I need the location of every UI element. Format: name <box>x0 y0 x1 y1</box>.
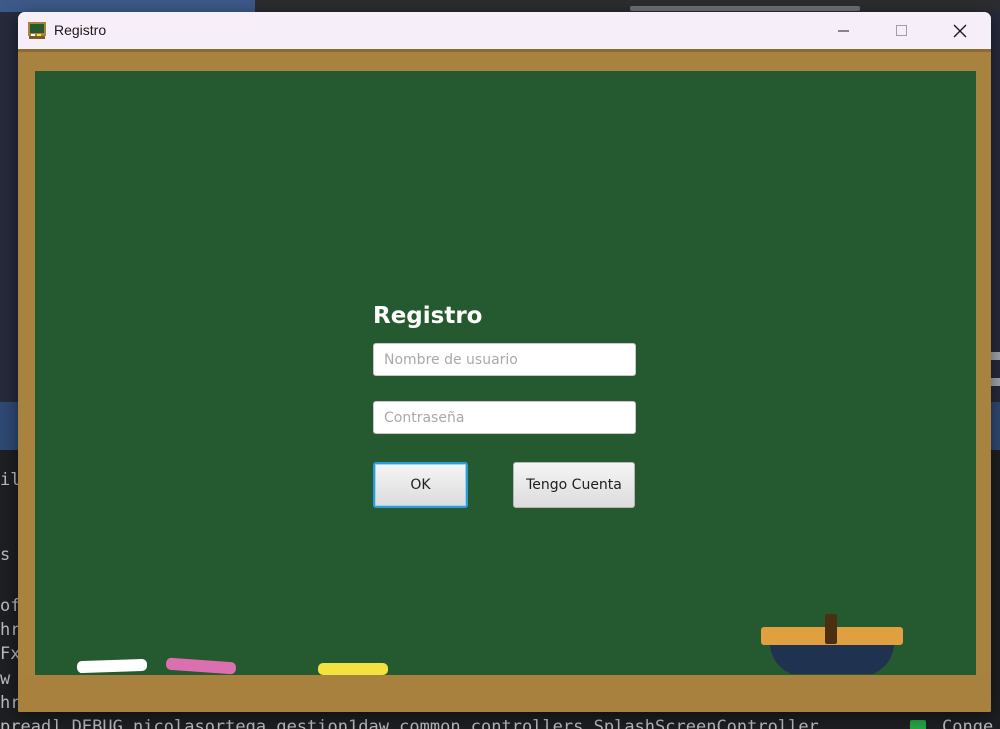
console-line: pread] DEBUG nicolasortega.gestion1daw.c… <box>0 717 819 729</box>
password-input[interactable] <box>373 401 636 434</box>
username-input[interactable] <box>373 343 636 376</box>
chalkboard-app-icon <box>28 22 46 39</box>
frame-top-edge <box>18 49 991 52</box>
ide-right-marker <box>990 378 1000 386</box>
minimize-button[interactable] <box>815 12 873 49</box>
chalkboard-frame: Registro OK Tengo Cuenta <box>18 49 991 712</box>
ok-button-label: OK <box>410 477 431 493</box>
close-icon <box>953 24 967 37</box>
chalk-tray <box>18 675 991 712</box>
window-title: Registro <box>54 22 107 38</box>
title-bar[interactable]: Registro <box>18 12 991 49</box>
tengo-cuenta-label: Tengo Cuenta <box>526 477 622 493</box>
console-line: s <box>0 545 11 565</box>
form-heading: Registro <box>373 303 483 329</box>
ide-console-last-line: pread] DEBUG nicolasortega.gestion1daw.c… <box>0 712 1000 729</box>
check-icon <box>910 720 926 729</box>
console-line-right: Conge <box>942 717 994 729</box>
ide-active-tab-band <box>0 0 255 12</box>
white-chalk <box>76 658 148 674</box>
close-button[interactable] <box>931 12 989 49</box>
maximize-icon <box>896 24 907 36</box>
yellow-chalk <box>318 663 388 675</box>
tengo-cuenta-button[interactable]: Tengo Cuenta <box>513 462 635 508</box>
registro-window: Registro Registro OK Tengo Cuenta <box>18 12 991 712</box>
ide-scrollbar-thumb[interactable] <box>630 6 860 11</box>
ok-button[interactable]: OK <box>373 462 468 508</box>
maximize-button[interactable] <box>873 12 931 49</box>
minimize-icon <box>838 30 849 31</box>
ide-right-marker <box>990 352 1000 360</box>
eraser-icon <box>761 614 903 674</box>
ide-top-bar <box>0 0 1000 12</box>
console-line: w <box>0 669 11 689</box>
